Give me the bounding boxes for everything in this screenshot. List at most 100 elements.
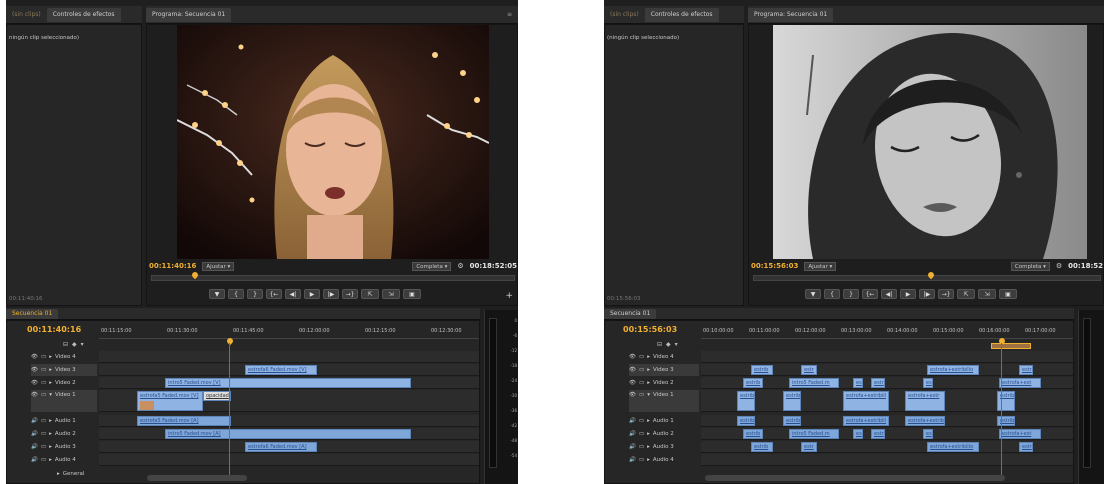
export-frame-button[interactable]: ▣ bbox=[999, 289, 1017, 299]
snap-icon[interactable]: ⊟ bbox=[657, 341, 662, 348]
current-timecode[interactable]: 00:11:40:16 bbox=[149, 262, 196, 270]
track-header-audio3[interactable]: 🔊 ▭ ▸ Audio 3 bbox=[629, 441, 674, 453]
track-header-audio2[interactable]: 🔊 ▭ ▸ Audio 2 bbox=[31, 428, 76, 440]
fit-dropdown[interactable]: Ajustar ▾ bbox=[804, 261, 837, 271]
track-header-video1[interactable]: 👁 ▭ ▾ Video 1 bbox=[31, 390, 97, 412]
clip-audio[interactable]: estrofa+estrib bbox=[905, 416, 945, 426]
playhead-marker[interactable] bbox=[190, 270, 200, 280]
clip-audio[interactable]: estrib bbox=[751, 442, 773, 452]
mark-out-button[interactable]: } bbox=[247, 289, 263, 299]
panel-menu-icon[interactable]: ≡ bbox=[507, 11, 512, 18]
play-button[interactable]: ▶ bbox=[900, 289, 916, 299]
clip-audio[interactable]: estr bbox=[871, 429, 885, 439]
clip-video[interactable]: intro5 Faded.m bbox=[789, 378, 839, 388]
mark-in-button[interactable]: { bbox=[228, 289, 244, 299]
timeline-ruler[interactable]: 00:11:15:00 00:11:30:00 00:11:45:00 00:1… bbox=[99, 327, 479, 339]
track-header-audio2[interactable]: 🔊 ▭ ▸ Audio 2 bbox=[629, 428, 674, 440]
track-header-video2[interactable]: 👁 ▭ ▸ Video 2 bbox=[31, 377, 76, 389]
clip-video[interactable]: es bbox=[923, 378, 933, 388]
track-header-video3[interactable]: 👁 ▭ ▸ Video 3 bbox=[31, 364, 97, 376]
keyframe-icon[interactable]: ▾ bbox=[81, 341, 84, 348]
mark-out-button[interactable]: } bbox=[843, 289, 859, 299]
clip-audio[interactable]: estrofa+estribill bbox=[843, 416, 889, 426]
clip-opacity-label[interactable]: opacidad bbox=[203, 391, 231, 401]
add-marker-button[interactable]: ▼ bbox=[209, 289, 225, 299]
clip-audio[interactable]: intro5 Faded.m bbox=[789, 429, 839, 439]
fit-dropdown[interactable]: Ajustar ▾ bbox=[202, 261, 235, 271]
step-back-button[interactable]: ◀| bbox=[285, 289, 301, 299]
clip-audio[interactable]: estrib bbox=[783, 416, 801, 426]
track-header-video4[interactable]: 👁 ▭ ▸ Video 4 bbox=[31, 351, 76, 363]
tab-program[interactable]: Programa: Secuencia 01 bbox=[748, 7, 834, 22]
clip-audio[interactable]: estr bbox=[801, 442, 817, 452]
track-header-video2[interactable]: 👁 ▭ ▸ Video 2 bbox=[629, 377, 674, 389]
timeline-timecode[interactable]: 00:15:56:03 bbox=[623, 325, 677, 334]
step-back-button[interactable]: ◀| bbox=[881, 289, 897, 299]
lift-button[interactable]: ⇱ bbox=[361, 289, 379, 299]
tab-source[interactable]: (sin clips) bbox=[6, 8, 47, 22]
timeline-scrollbar[interactable] bbox=[147, 475, 247, 481]
track-header-audio3[interactable]: 🔊 ▭ ▸ Audio 3 bbox=[31, 441, 76, 453]
clip-audio[interactable]: estrofa5 Faded.mov [A] bbox=[137, 416, 231, 426]
marker-icon[interactable]: ◆ bbox=[72, 341, 77, 348]
track-video2[interactable]: intro5 Faded.mov [V] bbox=[99, 377, 479, 389]
export-frame-button[interactable]: ▣ bbox=[403, 289, 421, 299]
timeline-playhead[interactable] bbox=[229, 343, 230, 479]
quality-dropdown[interactable]: Completa ▾ bbox=[412, 261, 452, 271]
extract-button[interactable]: ⇲ bbox=[978, 289, 996, 299]
track-video4[interactable] bbox=[99, 351, 479, 363]
clip-video-expanded[interactable]: estrofa+estribill bbox=[843, 391, 889, 411]
clip-video[interactable]: estrofa+estribillo bbox=[927, 365, 979, 375]
clip-video[interactable]: estrib bbox=[751, 365, 773, 375]
track-video1[interactable]: estrib estrib estrofa+estribill estrofa+… bbox=[701, 390, 1073, 412]
clip-video-expanded[interactable]: estrofa+estr bbox=[905, 391, 945, 411]
clip-video-expanded[interactable]: estrib bbox=[737, 391, 755, 411]
tab-sequence[interactable]: Secuencia 01 bbox=[6, 308, 59, 319]
clip-audio[interactable]: estr bbox=[1019, 442, 1033, 452]
clip-video[interactable]: estrofa+est bbox=[999, 378, 1041, 388]
play-button[interactable]: ▶ bbox=[304, 289, 320, 299]
clip-video-expanded[interactable]: estrofa5 Faded.mov [V] bbox=[137, 391, 203, 411]
add-marker-button[interactable]: ▼ bbox=[805, 289, 821, 299]
work-area-bar[interactable] bbox=[991, 343, 1031, 349]
track-audio4[interactable] bbox=[99, 454, 479, 466]
go-to-in-button[interactable]: {← bbox=[266, 289, 282, 299]
clip-video-expanded[interactable]: estrib bbox=[997, 391, 1015, 411]
program-scrub-bar[interactable] bbox=[753, 270, 1101, 281]
extract-button[interactable]: ⇲ bbox=[382, 289, 400, 299]
track-video3[interactable]: estrib estr estrofa+estribillo estr bbox=[701, 364, 1073, 376]
lift-button[interactable]: ⇱ bbox=[957, 289, 975, 299]
tab-effect-controls[interactable]: Controles de efectos bbox=[644, 7, 719, 22]
clip-video[interactable]: estr bbox=[871, 378, 885, 388]
tab-source[interactable]: (sin clips) bbox=[604, 8, 645, 22]
tab-sequence[interactable]: Secuencia 01 bbox=[604, 308, 657, 319]
track-audio2[interactable]: intro5 Faded.mov [A] bbox=[99, 428, 479, 440]
clip-video[interactable]: estrofa6 Faded.mov [V] bbox=[245, 365, 317, 375]
clip-audio[interactable]: estrofa+est bbox=[999, 429, 1041, 439]
add-button-icon[interactable]: + bbox=[505, 291, 513, 301]
track-audio1[interactable]: estrib estrib estrofa+estribill estrofa+… bbox=[701, 415, 1073, 427]
step-forward-button[interactable]: |▶ bbox=[323, 289, 339, 299]
track-video2[interactable]: estrib intro5 Faded.m es estr es estrofa… bbox=[701, 377, 1073, 389]
track-audio2[interactable]: estrib intro5 Faded.m es estr es estrofa… bbox=[701, 428, 1073, 440]
snap-icon[interactable]: ⊟ bbox=[63, 341, 68, 348]
keyframe-icon[interactable]: ▾ bbox=[675, 341, 678, 348]
clip-audio[interactable]: estrib bbox=[737, 416, 755, 426]
timeline-playhead[interactable] bbox=[1001, 343, 1002, 479]
track-audio3[interactable]: estrofa6 Faded.mov [A] bbox=[99, 441, 479, 453]
track-header-audio4[interactable]: 🔊 ▭ ▸ Audio 4 bbox=[629, 454, 674, 466]
go-to-out-button[interactable]: →} bbox=[938, 289, 954, 299]
step-forward-button[interactable]: |▶ bbox=[919, 289, 935, 299]
track-header-video1[interactable]: 👁 ▭ ▾ Video 1 bbox=[629, 390, 699, 412]
timeline-scrollbar[interactable] bbox=[705, 475, 1005, 481]
go-to-in-button[interactable]: {← bbox=[862, 289, 878, 299]
quality-dropdown[interactable]: Completa ▾ bbox=[1010, 261, 1050, 271]
clip-audio[interactable]: es bbox=[853, 429, 863, 439]
timeline-timecode[interactable]: 00:11:40:16 bbox=[27, 325, 81, 334]
track-header-audio4[interactable]: 🔊 ▭ ▸ Audio 4 bbox=[31, 454, 76, 466]
clip-video[interactable]: estr bbox=[801, 365, 817, 375]
tab-effect-controls[interactable]: Controles de efectos bbox=[46, 7, 121, 22]
mark-in-button[interactable]: { bbox=[824, 289, 840, 299]
clip-audio[interactable]: intro5 Faded.mov [A] bbox=[165, 429, 411, 439]
marker-icon[interactable]: ◆ bbox=[666, 341, 671, 348]
